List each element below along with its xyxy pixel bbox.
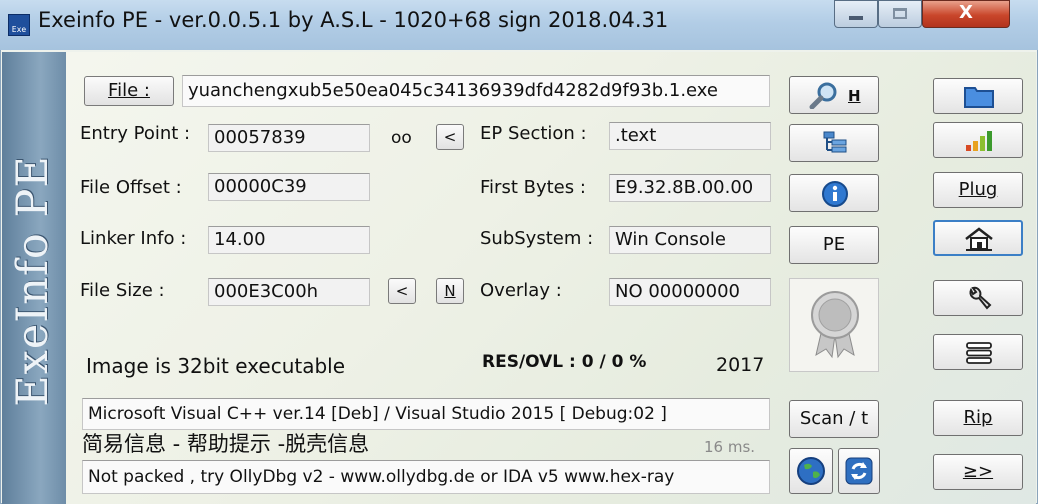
rip-button[interactable]: Rip xyxy=(933,400,1023,436)
file-size-prev-button[interactable]: < xyxy=(388,278,416,304)
web-button[interactable] xyxy=(789,448,833,494)
close-button[interactable]: X xyxy=(922,0,1010,28)
overlay-field[interactable]: NO 00000000 xyxy=(609,278,771,306)
medal-icon xyxy=(811,291,859,359)
next-button[interactable]: ≥> xyxy=(933,454,1023,490)
file-offset-field[interactable]: 00000C39 xyxy=(208,173,370,201)
info-icon xyxy=(822,181,848,207)
subsystem-label: SubSystem : xyxy=(480,228,594,249)
window-title: Exeinfo PE - ver.0.0.5.1 by A.S.L - 1020… xyxy=(38,8,669,32)
subsystem-field[interactable]: Win Console xyxy=(609,226,771,254)
file-button[interactable]: File : xyxy=(84,76,174,106)
first-bytes-label: First Bytes : xyxy=(480,177,586,198)
refresh-icon xyxy=(845,457,873,485)
minimize-icon xyxy=(849,16,863,20)
info-button[interactable] xyxy=(789,174,879,212)
plug-button[interactable]: Plug xyxy=(933,172,1023,208)
plug-label: Plug xyxy=(958,179,998,200)
open-folder-button[interactable] xyxy=(933,78,1023,114)
pe-button[interactable]: PE xyxy=(789,226,879,264)
ep-section-field[interactable]: .text xyxy=(609,122,771,150)
file-size-field[interactable]: 000E3C00h xyxy=(208,278,370,306)
rip-label: Rip xyxy=(963,407,993,428)
app-icon[interactable]: Exe xyxy=(8,14,30,36)
list-icon xyxy=(966,342,992,364)
minimize-button[interactable] xyxy=(834,0,878,28)
entry-point-prev-button[interactable]: < xyxy=(436,124,464,150)
timing-text: 16 ms. xyxy=(704,438,756,456)
maximize-icon xyxy=(893,8,907,19)
res-ovl-text: RES/OVL : 0 / 0 % xyxy=(482,352,647,372)
signal-bars-icon xyxy=(966,131,992,151)
image-type-text: Image is 32bit executable xyxy=(86,354,346,378)
hint-field[interactable]: Not packed , try OllyDbg v2 - www.ollydb… xyxy=(82,460,770,494)
search-h-label: H xyxy=(848,87,861,105)
tools-button[interactable] xyxy=(933,280,1023,316)
entry-point-field[interactable]: 00057839 xyxy=(208,124,370,152)
rating-panel xyxy=(789,278,879,372)
stats-button[interactable] xyxy=(933,122,1023,158)
file-size-label: File Size : xyxy=(80,280,165,301)
year-text: 2017 xyxy=(716,354,765,376)
next-label: ≥> xyxy=(962,461,994,482)
linker-info-field[interactable]: 14.00 xyxy=(208,226,370,254)
close-icon: X xyxy=(959,2,973,23)
filename-field[interactable]: yuanchengxub5e50ea045c34136939dfd4282d9f… xyxy=(182,75,770,107)
folder-icon xyxy=(964,87,994,108)
chinese-caption: 简易信息 - 帮助提示 -脱壳信息 xyxy=(82,432,370,456)
scan-button[interactable]: Scan / t xyxy=(789,400,879,438)
magnifier-icon xyxy=(809,82,837,109)
compiler-info-field[interactable]: Microsoft Visual C++ ver.14 [Deb] / Visu… xyxy=(82,398,770,430)
first-bytes-field[interactable]: E9.32.8B.00.00 xyxy=(609,174,771,202)
section-tree-button[interactable] xyxy=(789,124,879,162)
wrench-icon xyxy=(969,286,992,310)
file-size-n-button[interactable]: N xyxy=(436,278,464,304)
oo-button[interactable]: oo xyxy=(391,128,412,148)
n-label: N xyxy=(444,282,456,300)
globe-icon xyxy=(797,457,825,485)
entry-point-label: Entry Point : xyxy=(80,123,191,144)
overlay-label: Overlay : xyxy=(480,280,562,301)
menu-button[interactable] xyxy=(933,334,1023,370)
linker-info-label: Linker Info : xyxy=(80,228,187,249)
file-button-label: File : xyxy=(108,80,150,101)
refresh-button[interactable] xyxy=(838,448,880,494)
ep-section-label: EP Section : xyxy=(480,123,587,144)
maximize-button[interactable] xyxy=(878,0,922,28)
file-offset-label: File Offset : xyxy=(80,177,182,198)
sidebar-brand: ExeInfo PE xyxy=(8,155,58,407)
home-button[interactable] xyxy=(933,220,1023,256)
search-h-button[interactable]: H xyxy=(789,76,879,114)
tree-list-icon xyxy=(823,131,847,153)
home-icon xyxy=(965,227,993,251)
